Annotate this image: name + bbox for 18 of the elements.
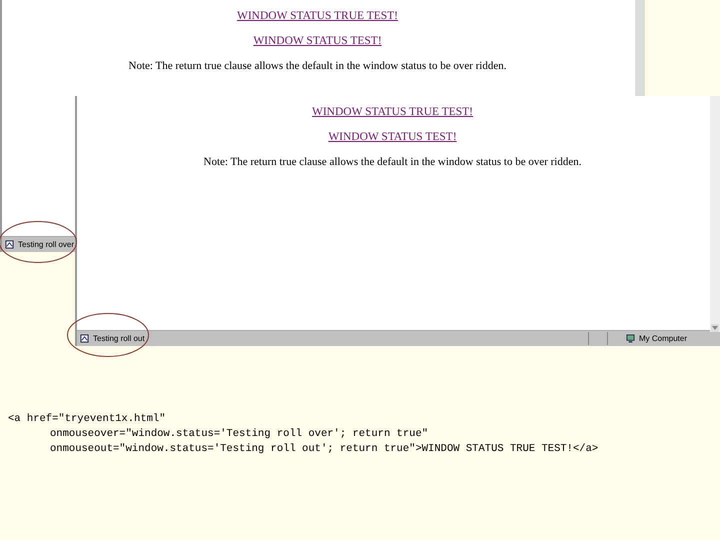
code-line: onmouseout="window.status='Testing roll out'; return true">WINDOW STATUS TRUE TEST!</a> [49, 442, 598, 457]
page-link[interactable]: WINDOW STATUS TRUE TEST! [312, 106, 474, 118]
code-line: <a href="tryevent1x.html" [8, 412, 167, 427]
note-text: Note: The return true clause allows the default in the window status to be over ridden. [204, 156, 582, 168]
page-icon [80, 334, 89, 343]
scroll-down-icon[interactable] [711, 324, 719, 332]
note-text: Note: The return true clause allows the default in the window status to be over ridden. [128, 60, 506, 72]
status-text: Testing roll over [18, 240, 74, 249]
page-link[interactable]: WINDOW STATUS TRUE TEST! [236, 10, 398, 22]
status-text: Testing roll out [93, 334, 145, 343]
code-line: onmouseover="window.status='Testing roll over'; return true" [49, 427, 430, 442]
page-link[interactable]: WINDOW STATUS TEST! [253, 35, 382, 47]
computer-icon [626, 334, 635, 343]
page-link[interactable]: WINDOW STATUS TEST! [328, 131, 457, 143]
scrollbar[interactable] [710, 96, 720, 332]
status-zone: My Computer [638, 334, 688, 343]
page-icon [5, 240, 14, 249]
scrollbar[interactable] [635, 0, 645, 96]
